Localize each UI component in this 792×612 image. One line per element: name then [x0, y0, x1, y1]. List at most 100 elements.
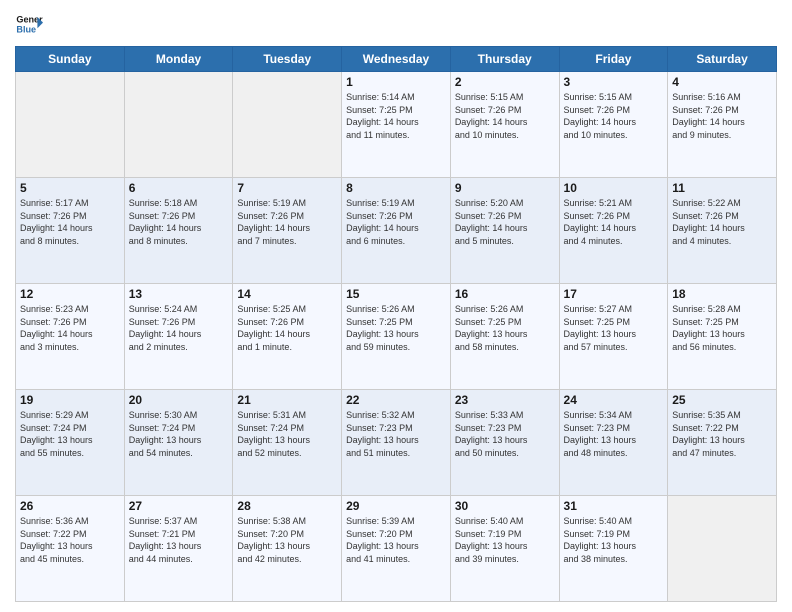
cell-info: Sunrise: 5:23 AM Sunset: 7:26 PM Dayligh… [20, 303, 120, 353]
calendar-cell: 23 Sunrise: 5:33 AM Sunset: 7:23 PM Dayli… [450, 390, 559, 496]
calendar-cell: 22Sunrise: 5:32 AM Sunset: 7:23 PM Dayli… [342, 390, 451, 496]
calendar-cell: 12 Sunrise: 5:23 AM Sunset: 7:26 PM Dayli… [16, 284, 125, 390]
day-number: 12 [20, 287, 120, 301]
calendar-cell: 1 Sunrise: 5:14 AM Sunset: 7:25 PM Daylig… [342, 72, 451, 178]
calendar-cell: 4 Sunrise: 5:16 AM Sunset: 7:26 PM Daylig… [668, 72, 777, 178]
cell-info: Sunrise: 5:16 AM Sunset: 7:26 PM Dayligh… [672, 91, 772, 141]
cell-info: Sunrise: 5:32 AM Sunset: 7:23 PM Dayligh… [346, 409, 446, 459]
calendar-cell: 10 Sunrise: 5:21 AM Sunset: 7:26 PM Dayli… [559, 178, 668, 284]
cell-info: Sunrise: 5:30 AM Sunset: 7:24 PM Dayligh… [129, 409, 229, 459]
cell-info: Sunrise: 5:39 AM Sunset: 7:20 PM Dayligh… [346, 515, 446, 565]
day-number: 30 [455, 499, 555, 513]
cell-info: Sunrise: 5:26 AM Sunset: 7:25 PM Dayligh… [455, 303, 555, 353]
calendar-cell: 26 Sunrise: 5:36 AM Sunset: 7:22 PM Dayli… [16, 496, 125, 602]
calendar-cell: 28 Sunrise: 5:38 AM Sunset: 7:20 PM Dayli… [233, 496, 342, 602]
calendar-cell: 8 Sunrise: 5:19 AM Sunset: 7:26 PM Daylig… [342, 178, 451, 284]
cell-info: Sunrise: 5:25 AM Sunset: 7:26 PM Dayligh… [237, 303, 337, 353]
calendar-cell [233, 72, 342, 178]
calendar-cell: 30 Sunrise: 5:40 AM Sunset: 7:19 PM Dayli… [450, 496, 559, 602]
weekday-header-monday: Monday [124, 47, 233, 72]
calendar-week-3: 12 Sunrise: 5:23 AM Sunset: 7:26 PM Dayli… [16, 284, 777, 390]
day-number: 9 [455, 181, 555, 195]
cell-info: Sunrise: 5:36 AM Sunset: 7:22 PM Dayligh… [20, 515, 120, 565]
calendar-cell: 21Sunrise: 5:31 AM Sunset: 7:24 PM Dayli… [233, 390, 342, 496]
day-number: 4 [672, 75, 772, 89]
cell-info: Sunrise: 5:31 AM Sunset: 7:24 PM Dayligh… [237, 409, 337, 459]
cell-info: Sunrise: 5:37 AM Sunset: 7:21 PM Dayligh… [129, 515, 229, 565]
weekday-header-row: SundayMondayTuesdayWednesdayThursdayFrid… [16, 47, 777, 72]
logo-icon: General Blue [15, 10, 43, 38]
calendar-table: SundayMondayTuesdayWednesdayThursdayFrid… [15, 46, 777, 602]
day-number: 3 [564, 75, 664, 89]
calendar-cell: 15 Sunrise: 5:26 AM Sunset: 7:25 PM Dayli… [342, 284, 451, 390]
calendar-cell: 9 Sunrise: 5:20 AM Sunset: 7:26 PM Daylig… [450, 178, 559, 284]
calendar-cell: 2 Sunrise: 5:15 AM Sunset: 7:26 PM Daylig… [450, 72, 559, 178]
day-number: 5 [20, 181, 120, 195]
weekday-header-saturday: Saturday [668, 47, 777, 72]
day-number: 16 [455, 287, 555, 301]
calendar-week-1: 1 Sunrise: 5:14 AM Sunset: 7:25 PM Daylig… [16, 72, 777, 178]
header: General Blue [15, 10, 777, 38]
weekday-header-tuesday: Tuesday [233, 47, 342, 72]
calendar-week-4: 19 Sunrise: 5:29 AM Sunset: 7:24 PM Dayli… [16, 390, 777, 496]
day-number: 31 [564, 499, 664, 513]
day-number: 15 [346, 287, 446, 301]
day-number: 26 [20, 499, 120, 513]
day-number: 25 [672, 393, 772, 407]
day-number: 13 [129, 287, 229, 301]
calendar-cell: 6Sunrise: 5:18 AM Sunset: 7:26 PM Daylig… [124, 178, 233, 284]
calendar-cell: 27 Sunrise: 5:37 AM Sunset: 7:21 PM Dayli… [124, 496, 233, 602]
day-number: 11 [672, 181, 772, 195]
day-number: 2 [455, 75, 555, 89]
cell-info: Sunrise: 5:21 AM Sunset: 7:26 PM Dayligh… [564, 197, 664, 247]
weekday-header-wednesday: Wednesday [342, 47, 451, 72]
cell-info: Sunrise: 5:35 AM Sunset: 7:22 PM Dayligh… [672, 409, 772, 459]
calendar-cell [16, 72, 125, 178]
cell-info: Sunrise: 5:24 AM Sunset: 7:26 PM Dayligh… [129, 303, 229, 353]
cell-info: Sunrise: 5:19 AM Sunset: 7:26 PM Dayligh… [346, 197, 446, 247]
day-number: 1 [346, 75, 446, 89]
cell-info: Sunrise: 5:22 AM Sunset: 7:26 PM Dayligh… [672, 197, 772, 247]
calendar-week-5: 26 Sunrise: 5:36 AM Sunset: 7:22 PM Dayli… [16, 496, 777, 602]
calendar-cell: 19 Sunrise: 5:29 AM Sunset: 7:24 PM Dayli… [16, 390, 125, 496]
day-number: 23 [455, 393, 555, 407]
cell-info: Sunrise: 5:40 AM Sunset: 7:19 PM Dayligh… [455, 515, 555, 565]
calendar-cell: 24Sunrise: 5:34 AM Sunset: 7:23 PM Dayli… [559, 390, 668, 496]
calendar-cell: 18Sunrise: 5:28 AM Sunset: 7:25 PM Dayli… [668, 284, 777, 390]
day-number: 10 [564, 181, 664, 195]
day-number: 8 [346, 181, 446, 195]
calendar-cell: 5Sunrise: 5:17 AM Sunset: 7:26 PM Daylig… [16, 178, 125, 284]
cell-info: Sunrise: 5:15 AM Sunset: 7:26 PM Dayligh… [455, 91, 555, 141]
page: General Blue SundayMondayTuesdayWednesda… [0, 0, 792, 612]
cell-info: Sunrise: 5:38 AM Sunset: 7:20 PM Dayligh… [237, 515, 337, 565]
day-number: 20 [129, 393, 229, 407]
day-number: 28 [237, 499, 337, 513]
calendar-cell [668, 496, 777, 602]
calendar-cell: 17Sunrise: 5:27 AM Sunset: 7:25 PM Dayli… [559, 284, 668, 390]
cell-info: Sunrise: 5:33 AM Sunset: 7:23 PM Dayligh… [455, 409, 555, 459]
day-number: 24 [564, 393, 664, 407]
cell-info: Sunrise: 5:26 AM Sunset: 7:25 PM Dayligh… [346, 303, 446, 353]
cell-info: Sunrise: 5:15 AM Sunset: 7:26 PM Dayligh… [564, 91, 664, 141]
calendar-cell: 25 Sunrise: 5:35 AM Sunset: 7:22 PM Dayli… [668, 390, 777, 496]
day-number: 18 [672, 287, 772, 301]
calendar-cell: 7 Sunrise: 5:19 AM Sunset: 7:26 PM Daylig… [233, 178, 342, 284]
cell-info: Sunrise: 5:27 AM Sunset: 7:25 PM Dayligh… [564, 303, 664, 353]
day-number: 19 [20, 393, 120, 407]
calendar-cell: 20 Sunrise: 5:30 AM Sunset: 7:24 PM Dayli… [124, 390, 233, 496]
calendar-cell: 13 Sunrise: 5:24 AM Sunset: 7:26 PM Dayli… [124, 284, 233, 390]
calendar-cell: 14Sunrise: 5:25 AM Sunset: 7:26 PM Dayli… [233, 284, 342, 390]
day-number: 7 [237, 181, 337, 195]
weekday-header-sunday: Sunday [16, 47, 125, 72]
cell-info: Sunrise: 5:20 AM Sunset: 7:26 PM Dayligh… [455, 197, 555, 247]
calendar-cell [124, 72, 233, 178]
calendar-cell: 16 Sunrise: 5:26 AM Sunset: 7:25 PM Dayli… [450, 284, 559, 390]
weekday-header-thursday: Thursday [450, 47, 559, 72]
day-number: 29 [346, 499, 446, 513]
calendar-cell: 31Sunrise: 5:40 AM Sunset: 7:19 PM Dayli… [559, 496, 668, 602]
weekday-header-friday: Friday [559, 47, 668, 72]
cell-info: Sunrise: 5:14 AM Sunset: 7:25 PM Dayligh… [346, 91, 446, 141]
cell-info: Sunrise: 5:29 AM Sunset: 7:24 PM Dayligh… [20, 409, 120, 459]
day-number: 27 [129, 499, 229, 513]
cell-info: Sunrise: 5:19 AM Sunset: 7:26 PM Dayligh… [237, 197, 337, 247]
